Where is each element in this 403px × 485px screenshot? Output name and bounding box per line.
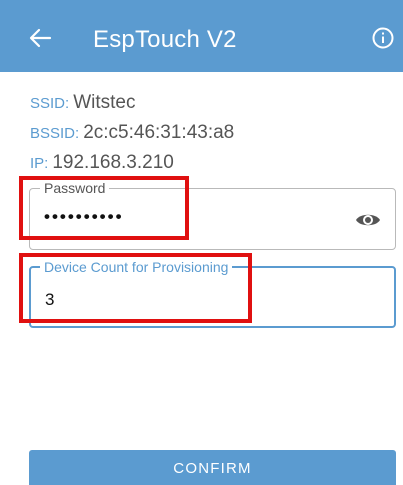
info-circle-icon[interactable] [372, 27, 394, 49]
ssid-row: SSID: Witstec [30, 92, 135, 114]
device-count-highlight-box [19, 253, 252, 323]
app-title: EspTouch V2 [93, 26, 237, 53]
arrow-left-icon[interactable] [28, 28, 52, 48]
app-bar: EspTouch V2 [0, 0, 403, 72]
password-highlight-box [19, 176, 189, 240]
ip-row: IP: 192.168.3.210 [30, 152, 174, 174]
bssid-value: 2c:c5:46:31:43:a8 [83, 122, 235, 143]
ip-value: 192.168.3.210 [52, 152, 174, 173]
ssid-label: SSID: [30, 95, 70, 112]
ip-label: IP: [30, 155, 49, 172]
eye-icon[interactable] [355, 211, 381, 229]
ssid-value: Witstec [73, 92, 136, 113]
esptouch-screen: EspTouch V2 SSID: Witstec BSSID: 2c:c5:46:… [0, 0, 403, 485]
bssid-label: BSSID: [30, 125, 80, 142]
bssid-row: BSSID: 2c:c5:46:31:43:a8 [30, 122, 234, 144]
confirm-button[interactable]: CONFIRM [29, 450, 396, 485]
